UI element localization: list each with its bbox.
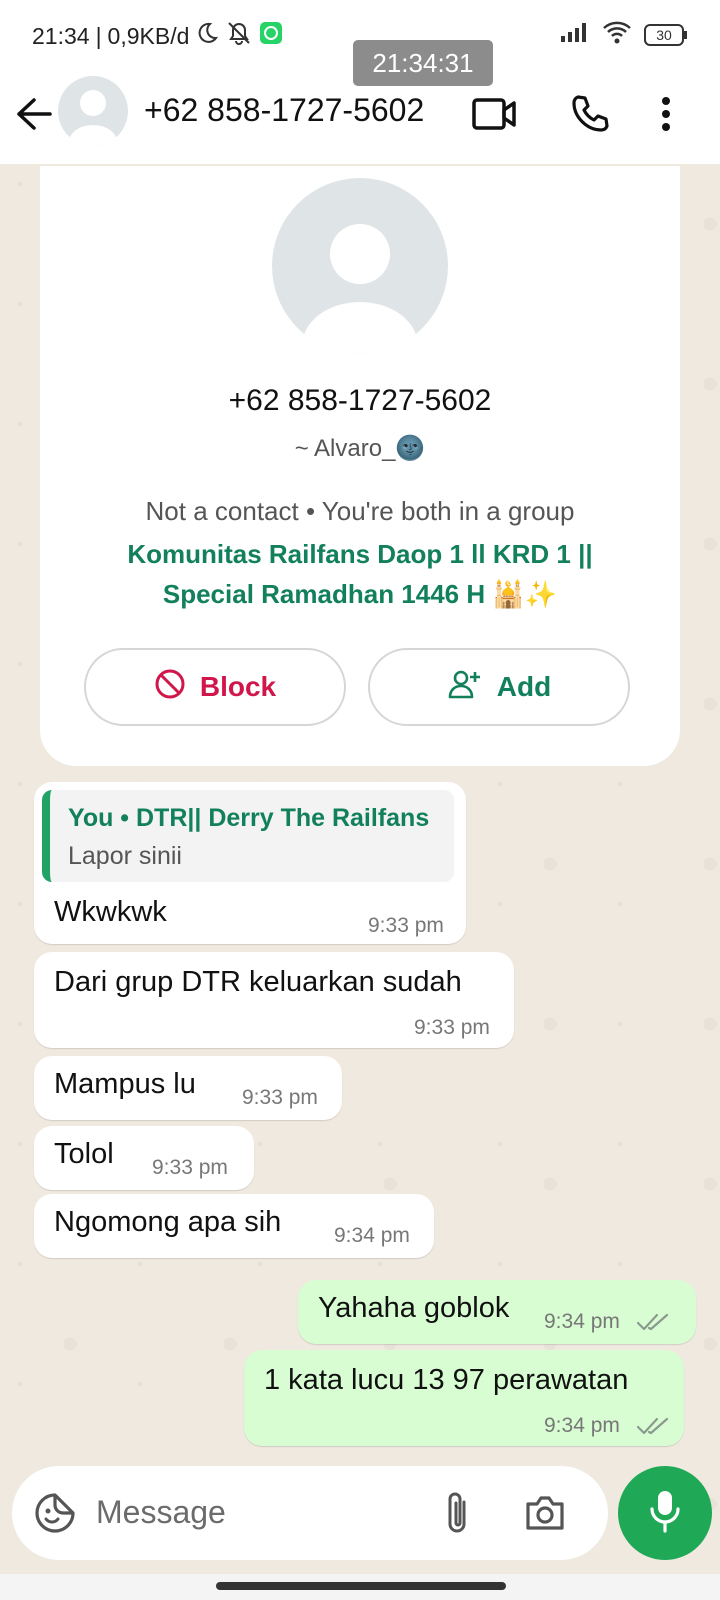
message-bubble-incoming[interactable]: Ngomong apa sih 9:34 pm	[34, 1194, 434, 1258]
message-text: 1 kata lucu 13 97 perawatan	[264, 1364, 629, 1396]
back-arrow-icon[interactable]	[12, 92, 56, 136]
navigation-bar	[0, 1574, 720, 1600]
message-time: 9:33 pm	[414, 1016, 490, 1039]
attach-icon[interactable]	[436, 1488, 478, 1538]
message-text: Ngomong apa sih	[54, 1206, 282, 1238]
wifi-icon	[602, 20, 632, 49]
message-bubble-incoming[interactable]: You • DTR|| Derry The Railfans Lapor sin…	[34, 782, 466, 944]
contact-push-name: ~ Alvaro_🌚	[294, 435, 426, 462]
message-bubble-incoming[interactable]: Dari grup DTR keluarkan sudah 9:33 pm	[34, 952, 514, 1048]
battery-level: 30	[656, 26, 672, 43]
moon-icon	[195, 21, 219, 51]
common-group-link[interactable]: Komunitas Railfans Daop 1 ll KRD 1 || Sp…	[80, 534, 640, 614]
status-separator: |	[95, 22, 102, 49]
add-contact-button[interactable]: Add	[368, 648, 630, 726]
camera-icon[interactable]	[522, 1490, 568, 1536]
quoted-message[interactable]: You • DTR|| Derry The Railfans Lapor sin…	[42, 790, 454, 882]
status-network-speed: 0,9KB/d	[107, 22, 190, 49]
message-input[interactable]: Message	[96, 1494, 226, 1531]
message-bubble-incoming[interactable]: Tolol 9:33 pm	[34, 1126, 254, 1190]
message-bubble-incoming[interactable]: Mampus lu 9:33 pm	[34, 1056, 342, 1120]
timestamp-overlay: 21:34:31	[353, 40, 493, 86]
sticker-icon[interactable]	[32, 1490, 78, 1536]
message-text: Mampus lu	[54, 1068, 196, 1100]
contact-phone: +62 858-1727-5602	[228, 384, 492, 417]
status-left: 21:34 | 0,9KB/d	[32, 20, 283, 52]
message-composer[interactable]: Message	[12, 1466, 608, 1560]
message-time: 9:34 pm	[544, 1310, 620, 1333]
message-text: Tolol	[54, 1138, 114, 1170]
block-button[interactable]: Block	[84, 648, 346, 726]
status-right: 30	[560, 20, 688, 49]
contact-context: Not a contact • You're both in a group	[145, 496, 575, 526]
message-time: 9:34 pm	[544, 1414, 620, 1437]
read-receipt-icon	[636, 1416, 670, 1441]
video-call-icon[interactable]	[470, 90, 518, 138]
message-time: 9:34 pm	[334, 1224, 410, 1247]
message-text: Wkwkwk	[54, 896, 167, 928]
quoted-message-text: Lapor sinii	[68, 842, 182, 870]
avatar[interactable]	[58, 76, 128, 146]
contact-avatar[interactable]	[272, 178, 448, 354]
message-text: Yahaha goblok	[318, 1292, 510, 1324]
message-time: 9:33 pm	[152, 1156, 228, 1179]
message-time: 9:33 pm	[242, 1086, 318, 1109]
more-vert-icon[interactable]	[650, 90, 682, 138]
contact-info-card: +62 858-1727-5602 ~ Alvaro_🌚 Not a conta…	[40, 166, 680, 766]
message-text: Dari grup DTR keluarkan sudah	[54, 966, 462, 998]
add-label: Add	[496, 671, 552, 702]
block-label: Block	[199, 671, 277, 702]
read-receipt-icon	[636, 1312, 670, 1337]
add-person-icon	[447, 669, 483, 706]
message-bubble-outgoing[interactable]: 1 kata lucu 13 97 perawatan 9:34 pm	[244, 1350, 684, 1446]
home-gesture-handle[interactable]	[216, 1582, 506, 1590]
signal-icon	[560, 22, 590, 47]
notifications-off-icon	[225, 20, 253, 52]
message-time: 9:33 pm	[368, 914, 444, 937]
voice-call-icon[interactable]	[566, 90, 614, 138]
mic-icon	[648, 1489, 682, 1538]
battery-icon: 30	[644, 23, 688, 46]
message-bubble-outgoing[interactable]: Yahaha goblok 9:34 pm	[298, 1280, 696, 1344]
quoted-message-sender: You • DTR|| Derry The Railfans	[68, 804, 430, 832]
whatsapp-icon	[259, 21, 283, 51]
block-icon	[154, 668, 186, 707]
voice-message-button[interactable]	[618, 1466, 712, 1560]
chat-title[interactable]: +62 858-1727-5602	[144, 92, 424, 129]
status-time: 21:34	[32, 22, 90, 49]
